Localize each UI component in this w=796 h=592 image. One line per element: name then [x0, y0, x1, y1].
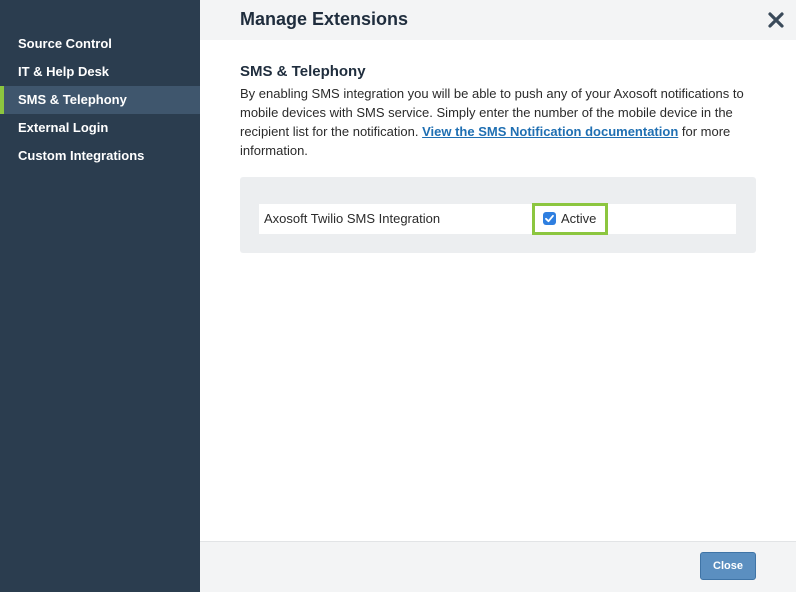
dialog-header: Manage Extensions [200, 0, 796, 40]
dialog-footer: Close [200, 541, 796, 592]
sidebar-item-external-login[interactable]: External Login [0, 114, 200, 142]
integration-panel: Axosoft Twilio SMS Integration Active [240, 177, 756, 253]
sidebar-item-custom-integrations[interactable]: Custom Integrations [0, 142, 200, 170]
sms-telephony-section: SMS & Telephony By enabling SMS integrat… [240, 62, 760, 160]
sidebar-item-it-help-desk[interactable]: IT & Help Desk [0, 58, 200, 86]
active-checkbox-control[interactable]: Active [532, 203, 608, 235]
checkmark-icon [545, 214, 554, 223]
close-button[interactable]: Close [700, 552, 756, 580]
integration-row: Axosoft Twilio SMS Integration Active [259, 203, 736, 235]
sidebar: Source Control IT & Help Desk SMS & Tele… [0, 0, 200, 592]
sidebar-item-source-control[interactable]: Source Control [0, 30, 200, 58]
active-checkbox[interactable] [543, 212, 556, 225]
sms-documentation-link[interactable]: View the SMS Notification documentation [422, 124, 678, 139]
sidebar-item-sms-telephony[interactable]: SMS & Telephony [0, 86, 200, 114]
close-x-icon[interactable] [766, 10, 786, 30]
active-label: Active [561, 211, 597, 226]
page-title: Manage Extensions [240, 9, 409, 29]
section-description: By enabling SMS integration you will be … [240, 84, 760, 160]
integration-name: Axosoft Twilio SMS Integration [264, 211, 441, 226]
main-panel: Manage Extensions SMS & Telephony By ena… [200, 0, 796, 592]
manage-extensions-dialog: Source Control IT & Help Desk SMS & Tele… [0, 0, 796, 592]
section-title: SMS & Telephony [240, 63, 366, 80]
